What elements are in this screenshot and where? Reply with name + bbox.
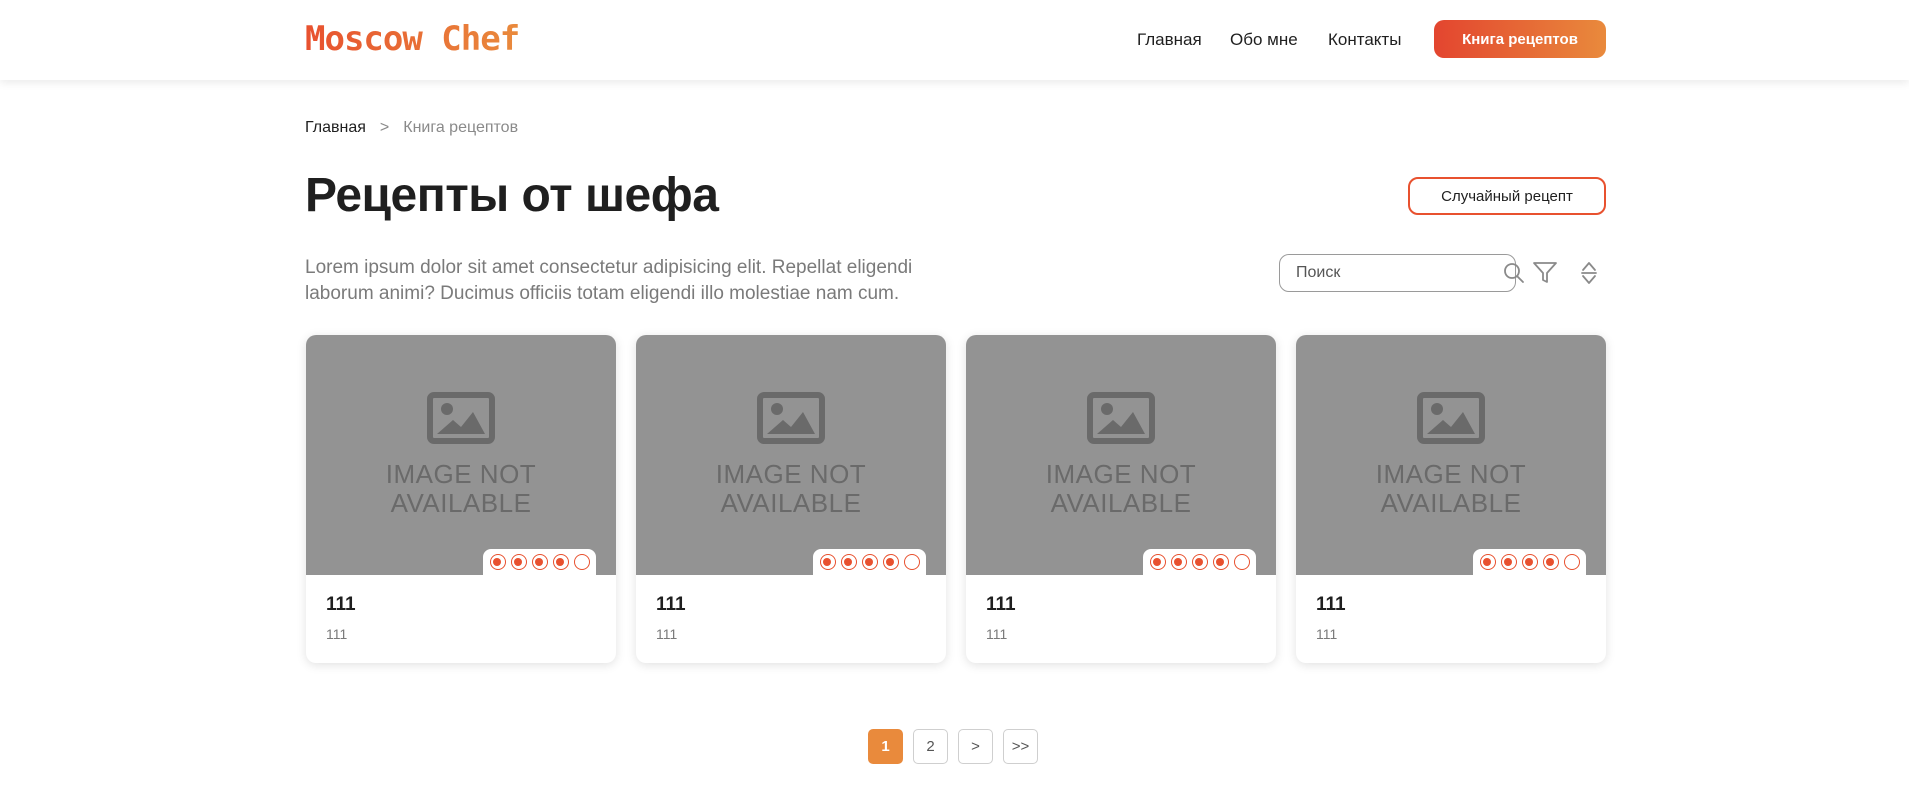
rating-dot-filled xyxy=(819,554,836,570)
rating xyxy=(483,549,596,575)
rating-dot-filled xyxy=(531,554,548,570)
nav-link-about[interactable]: Обо мне xyxy=(1230,28,1298,52)
page-button-2[interactable]: 2 xyxy=(913,729,948,764)
recipe-title: 111 xyxy=(986,594,1016,615)
recipe-subtitle: 111 xyxy=(326,626,348,642)
breadcrumb-separator: > xyxy=(379,119,390,136)
search-box xyxy=(1279,254,1524,292)
rating xyxy=(1473,549,1586,575)
recipe-title: 111 xyxy=(656,594,686,615)
recipe-card[interactable]: IMAGE NOT AVAILABLE 111 111 xyxy=(306,335,616,663)
recipe-image-placeholder: IMAGE NOT AVAILABLE xyxy=(966,335,1276,575)
search-input[interactable] xyxy=(1296,264,1503,282)
rating-dot-filled xyxy=(840,554,857,570)
image-placeholder-icon xyxy=(1087,392,1155,449)
random-recipe-button[interactable]: Случайный рецепт xyxy=(1408,177,1606,215)
search-icon[interactable] xyxy=(1503,262,1525,284)
rating-dot-filled xyxy=(1212,554,1229,570)
recipe-card[interactable]: IMAGE NOT AVAILABLE 111 111 xyxy=(636,335,946,663)
rating xyxy=(813,549,926,575)
rating-dot-filled xyxy=(1191,554,1208,570)
image-placeholder-text: IMAGE NOT AVAILABLE xyxy=(385,459,537,518)
rating-dot-empty xyxy=(573,554,590,570)
recipe-title: 111 xyxy=(1316,594,1346,615)
nav-link-contacts[interactable]: Контакты xyxy=(1328,28,1401,52)
next-page-button[interactable]: > xyxy=(958,729,993,764)
recipe-card[interactable]: IMAGE NOT AVAILABLE 111 111 xyxy=(966,335,1276,663)
image-placeholder-text: IMAGE NOT AVAILABLE xyxy=(715,459,867,518)
rating-dot-empty xyxy=(1233,554,1250,570)
rating-dot-filled xyxy=(510,554,527,570)
rating-dot-filled xyxy=(1479,554,1496,570)
recipe-subtitle: 111 xyxy=(656,626,678,642)
page-button-1[interactable]: 1 xyxy=(868,729,903,764)
recipe-card[interactable]: IMAGE NOT AVAILABLE 111 111 xyxy=(1296,335,1606,663)
recipe-image-placeholder: IMAGE NOT AVAILABLE xyxy=(636,335,946,575)
rating-dot-empty xyxy=(903,554,920,570)
pagination: 1 2 > >> xyxy=(868,729,1038,764)
site-logo[interactable]: Moscow Chef xyxy=(305,17,520,61)
recipe-book-button[interactable]: Книга рецептов xyxy=(1434,20,1606,58)
rating-dot-filled xyxy=(1542,554,1559,570)
image-placeholder-icon xyxy=(757,392,825,449)
image-placeholder-icon xyxy=(427,392,495,449)
rating-dot-filled xyxy=(861,554,878,570)
page-description: Lorem ipsum dolor sit amet consectetur a… xyxy=(305,257,913,304)
nav-link-home[interactable]: Главная xyxy=(1137,28,1202,52)
recipe-image-placeholder: IMAGE NOT AVAILABLE xyxy=(306,335,616,575)
sort-icon[interactable] xyxy=(1577,258,1601,288)
recipe-title: 111 xyxy=(326,594,356,615)
recipe-subtitle: 111 xyxy=(986,626,1008,642)
image-placeholder-text: IMAGE NOT AVAILABLE xyxy=(1375,459,1527,518)
last-page-button[interactable]: >> xyxy=(1003,729,1038,764)
rating-dot-filled xyxy=(1170,554,1187,570)
page-title: Рецепты от шефа xyxy=(305,169,719,222)
breadcrumb-home[interactable]: Главная xyxy=(305,118,366,138)
rating-dot-filled xyxy=(1521,554,1538,570)
breadcrumb-current: Книга рецептов xyxy=(403,119,519,136)
image-placeholder-icon xyxy=(1417,392,1485,449)
rating-dot-filled xyxy=(882,554,899,570)
rating-dot-filled xyxy=(489,554,506,570)
site-header: Moscow Chef Главная Обо мне Контакты Кни… xyxy=(0,0,1909,80)
rating xyxy=(1143,549,1256,575)
rating-dot-filled xyxy=(552,554,569,570)
rating-dot-filled xyxy=(1500,554,1517,570)
rating-dot-filled xyxy=(1149,554,1166,570)
filter-icon[interactable] xyxy=(1530,259,1560,287)
breadcrumb: Главная > Книга рецептов xyxy=(305,118,518,138)
recipe-image-placeholder: IMAGE NOT AVAILABLE xyxy=(1296,335,1606,575)
rating-dot-empty xyxy=(1563,554,1580,570)
image-placeholder-text: IMAGE NOT AVAILABLE xyxy=(1045,459,1197,518)
recipe-subtitle: 111 xyxy=(1316,626,1338,642)
